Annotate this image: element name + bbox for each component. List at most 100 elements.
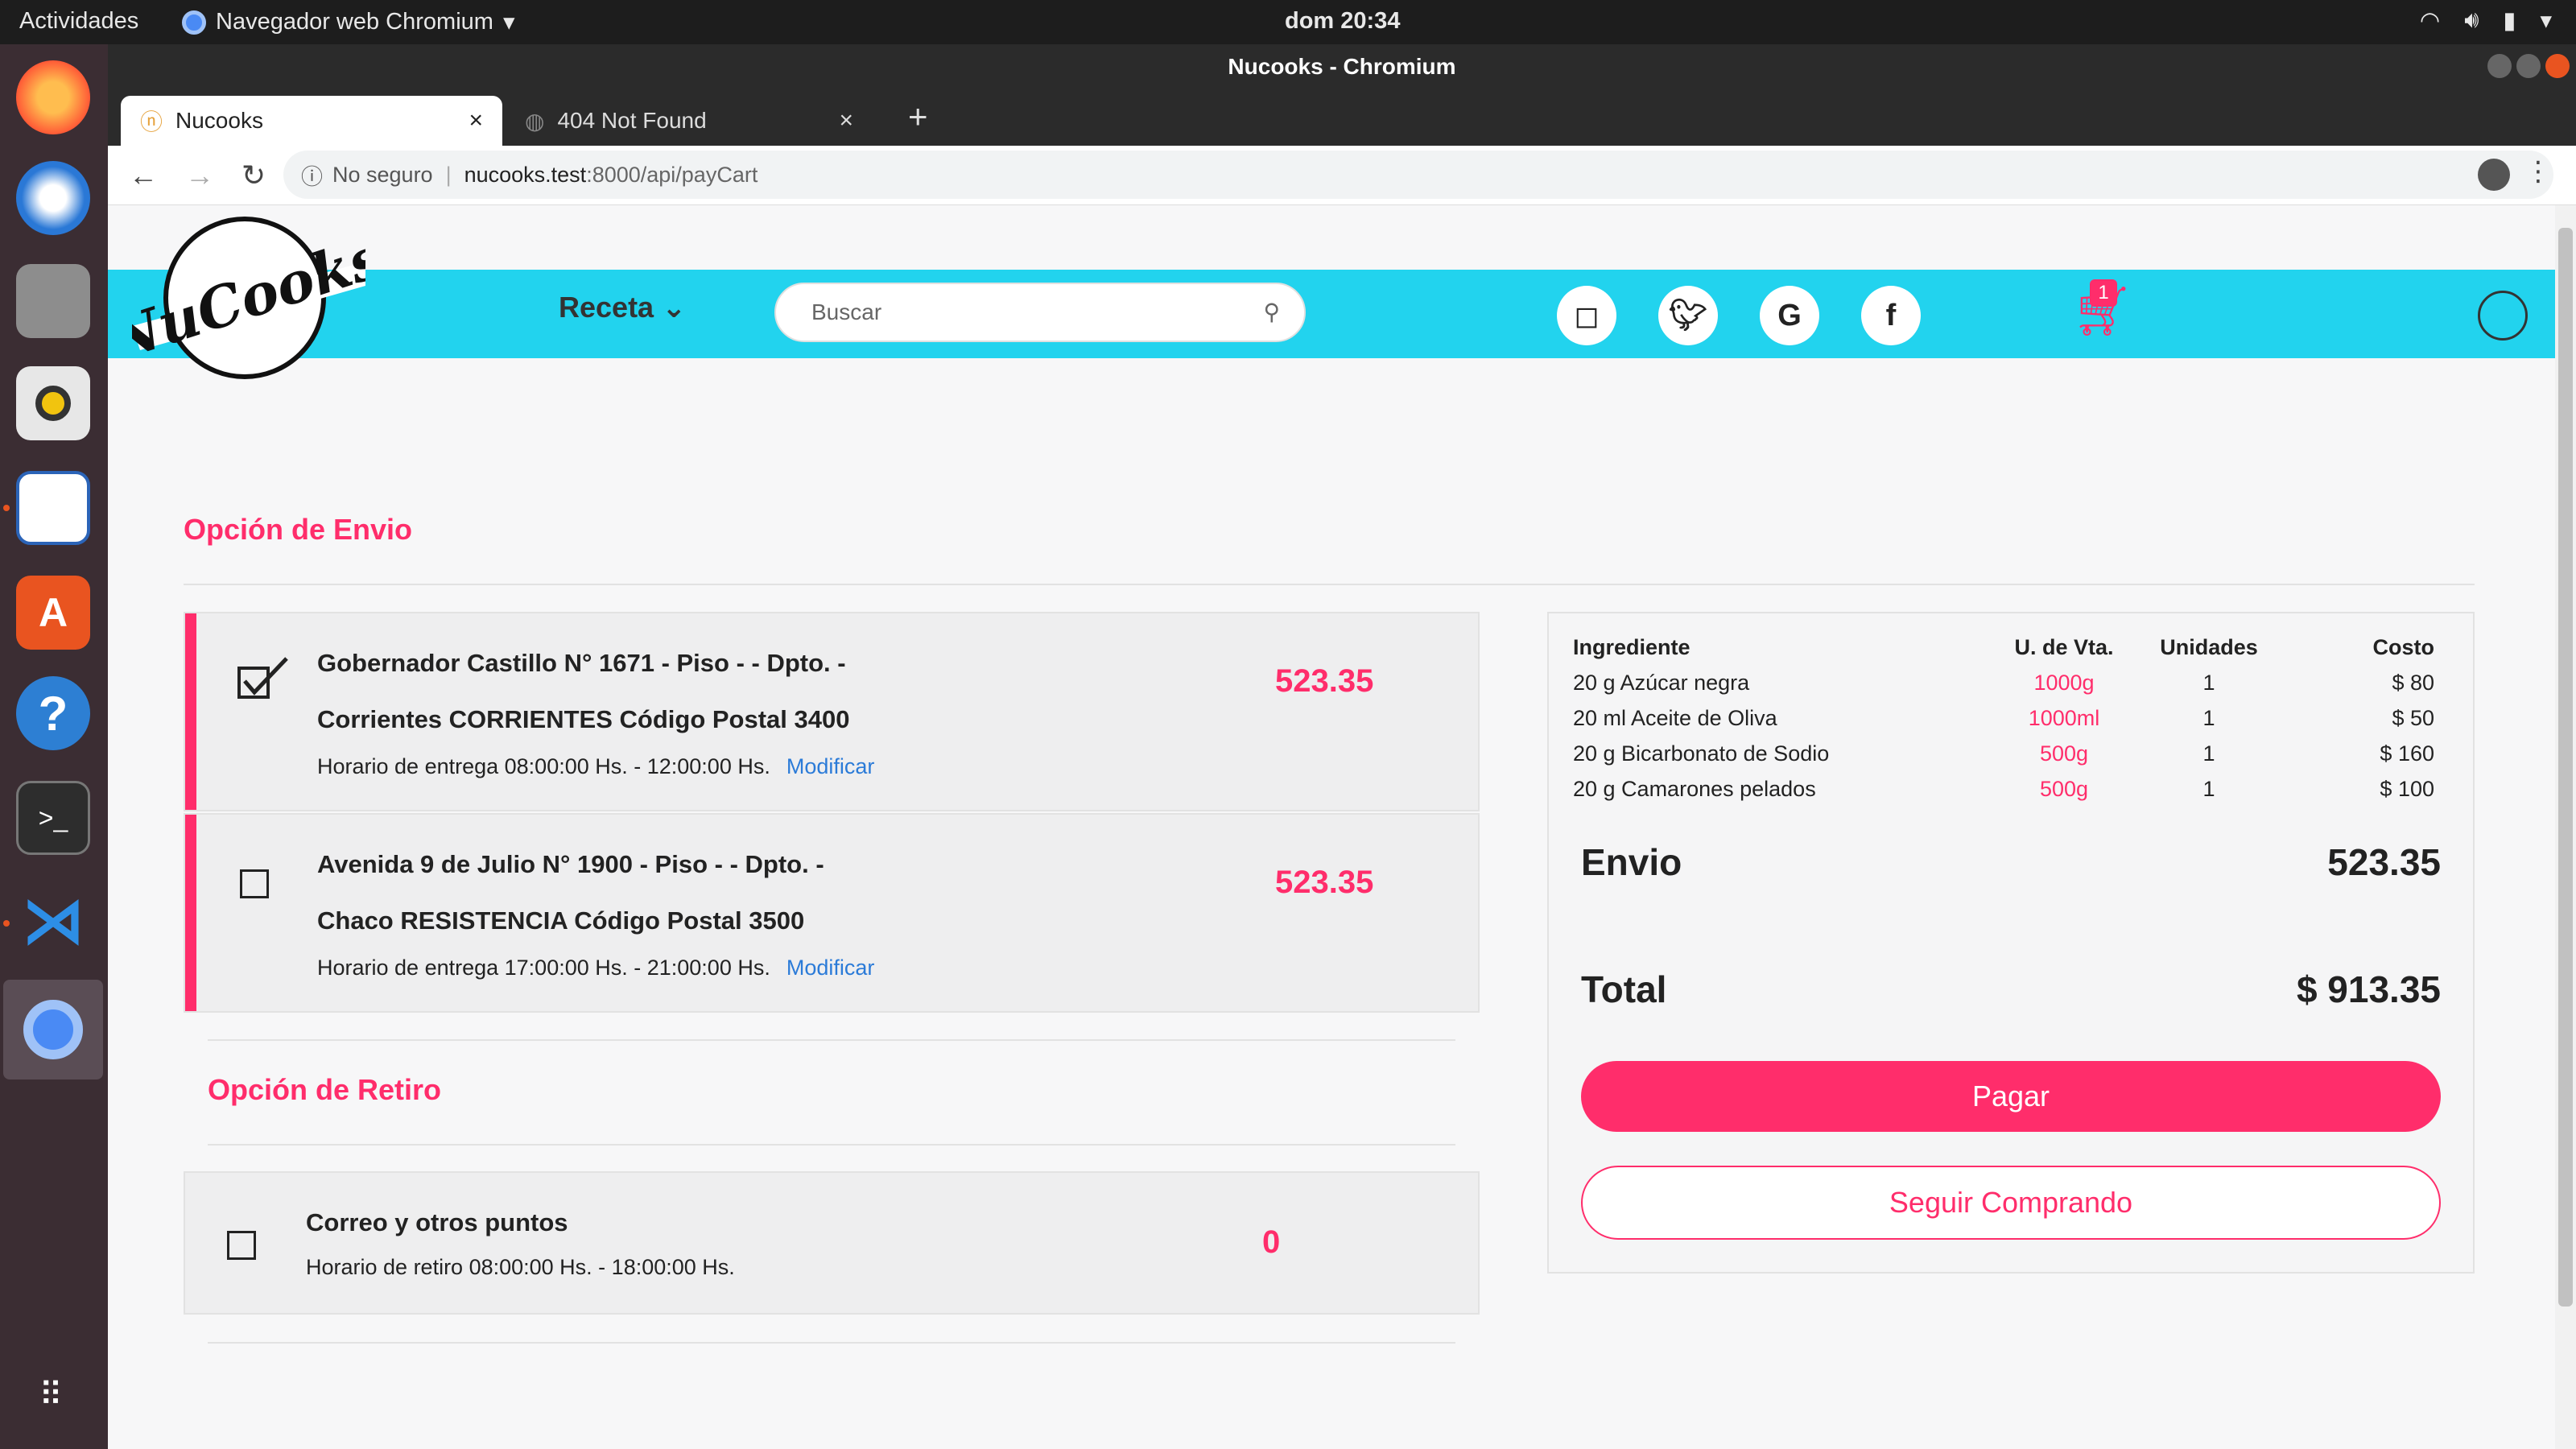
clock[interactable]: dom 20:34 xyxy=(1285,8,1400,35)
files-icon[interactable] xyxy=(16,264,90,338)
chevron-down-icon: ⌄ xyxy=(662,291,687,324)
ingredient-cell: 20 g Camarones pelados xyxy=(1573,776,1816,801)
column-header: Unidades xyxy=(2160,634,2258,659)
unchecked-checkbox[interactable] xyxy=(227,1231,256,1260)
table-row: 20 g Bicarbonato de Sodio 500g 1 $ 160 xyxy=(1573,736,2434,771)
url-host: nucooks.test xyxy=(464,162,587,187)
cart-count-badge: 1 xyxy=(2090,279,2117,307)
volume-icon: 🔊︎ xyxy=(2464,7,2479,33)
search-placeholder: Buscar xyxy=(811,299,882,324)
browser-window: Nucooks - Chromium ⓝ Nucooks × ◍ 404 Not… xyxy=(108,44,2576,1449)
pickup-option[interactable]: Correo y otros puntos Horario de retiro … xyxy=(184,1171,1480,1315)
security-label: No seguro xyxy=(332,162,433,187)
total-value: $ 913.35 xyxy=(2296,968,2441,1010)
new-tab-button[interactable]: + xyxy=(908,97,928,136)
pay-button[interactable]: Pagar xyxy=(1581,1061,2441,1132)
chevron-down-icon: ▾ xyxy=(502,10,515,35)
tab-404[interactable]: ◍ 404 Not Found × xyxy=(506,96,873,146)
quantity-cell: 1 xyxy=(2202,741,2215,766)
column-header: Costo xyxy=(2372,634,2435,659)
nucooks-favicon-icon: ⓝ xyxy=(140,109,163,134)
keep-shopping-button[interactable]: Seguir Comprando xyxy=(1581,1166,2441,1240)
software-center-icon[interactable]: A xyxy=(16,576,90,650)
globe-icon: ◍ xyxy=(525,108,545,134)
search-icon[interactable]: ⚲ xyxy=(1263,284,1280,341)
scrollbar-thumb[interactable] xyxy=(2558,228,2573,1307)
unit-cell: 1000ml xyxy=(2028,705,2100,730)
instagram-icon[interactable]: ◻ xyxy=(1557,286,1616,345)
page-scrollbar[interactable] xyxy=(2555,205,2576,1449)
forward-icon[interactable]: → xyxy=(185,159,214,192)
unchecked-checkbox[interactable] xyxy=(240,869,269,898)
url-path: :8000/api/payCart xyxy=(586,162,758,187)
system-top-bar: Actividades Navegador web Chromium ▾ dom… xyxy=(0,0,2576,44)
window-title-bar: Nucooks - Chromium xyxy=(108,44,2576,89)
user-icon[interactable] xyxy=(2478,291,2528,341)
address-bar[interactable]: ⓘ No seguro | nucooks.test :8000/api/pay… xyxy=(283,151,2553,199)
system-tray[interactable]: ◠ 🔊︎ ▮ ▾ xyxy=(2420,6,2552,35)
reload-icon[interactable]: ↻ xyxy=(242,159,266,192)
table-row: 20 g Azúcar negra 1000g 1 $ 80 xyxy=(1573,665,2434,700)
libreoffice-writer-icon[interactable] xyxy=(16,471,90,545)
cost-cell: $ 50 xyxy=(2392,705,2434,730)
rhythmbox-icon[interactable] xyxy=(16,366,90,440)
show-apps-icon[interactable]: ⠿ xyxy=(16,1358,90,1432)
retiro-title: Opción de Retiro xyxy=(208,1073,442,1106)
terminal-icon[interactable]: >_ xyxy=(16,781,90,855)
app-menu[interactable]: Navegador web Chromium ▾ xyxy=(182,8,515,36)
toolbar: ← → ↻ ⓘ No seguro | nucooks.test :8000/a… xyxy=(108,146,2576,205)
info-icon: ⓘ xyxy=(301,164,323,189)
address-line-1: Avenida 9 de Julio N° 1900 - Piso - - Dp… xyxy=(317,850,824,878)
ingredient-cell: 20 g Bicarbonato de Sodio xyxy=(1573,741,1830,766)
page-content: Receta ⌄ Buscar ⚲ ◻ 🐦︎ G f 🛒︎ 1 NuCooks … xyxy=(108,205,2555,1449)
minimize-button[interactable] xyxy=(2487,54,2512,78)
column-header: Ingrediente xyxy=(1573,634,1690,659)
delivery-schedule: Horario de entrega 08:00:00 Hs. - 12:00:… xyxy=(317,754,875,778)
tab-nucooks[interactable]: ⓝ Nucooks × xyxy=(121,96,502,146)
table-header-row: Ingrediente U. de Vta. Unidades Costo xyxy=(1573,630,2434,665)
shipping-price: 523.35 xyxy=(1275,663,1374,699)
receta-menu[interactable]: Receta ⌄ xyxy=(559,291,686,324)
cost-cell: $ 80 xyxy=(2392,670,2434,695)
modify-link[interactable]: Modificar xyxy=(786,956,875,980)
facebook-icon[interactable]: f xyxy=(1861,286,1921,345)
unit-cell: 1000g xyxy=(2033,670,2095,695)
wifi-icon: ◠ xyxy=(2419,8,2441,34)
app-menu-label: Navegador web Chromium xyxy=(216,9,493,35)
chevron-down-icon: ▾ xyxy=(2540,8,2552,34)
site-header: Receta ⌄ Buscar ⚲ ◻ 🐦︎ G f 🛒︎ 1 xyxy=(108,270,2555,358)
firefox-icon[interactable] xyxy=(16,60,90,134)
more-menu-icon[interactable]: ⋮ xyxy=(2524,155,2552,188)
running-indicator xyxy=(3,505,10,511)
activities-button[interactable]: Actividades xyxy=(19,8,138,35)
total-label: Total xyxy=(1581,968,1667,1010)
thunderbird-icon[interactable] xyxy=(16,161,90,235)
google-icon[interactable]: G xyxy=(1760,286,1819,345)
twitter-icon[interactable]: 🐦︎ xyxy=(1658,286,1718,345)
address-line-1: Gobernador Castillo N° 1671 - Piso - - D… xyxy=(317,649,846,677)
maximize-button[interactable] xyxy=(2516,54,2541,78)
window-controls xyxy=(2487,54,2570,78)
shipping-price: 523.35 xyxy=(1275,865,1374,900)
ingredient-cell: 20 g Azúcar negra xyxy=(1573,670,1750,695)
search-input[interactable]: Buscar ⚲ xyxy=(774,283,1306,342)
pickup-schedule: Horario de retiro 08:00:00 Hs. - 18:00:0… xyxy=(306,1255,735,1279)
shipping-option-1[interactable]: Gobernador Castillo N° 1671 - Piso - - D… xyxy=(184,612,1480,811)
back-icon[interactable]: ← xyxy=(129,159,158,192)
shipping-option-2[interactable]: Avenida 9 de Julio N° 1900 - Piso - - Dp… xyxy=(184,813,1480,1013)
nucooks-logo[interactable]: NuCooks xyxy=(132,213,365,382)
modify-link[interactable]: Modificar xyxy=(786,754,875,778)
close-tab-icon[interactable]: × xyxy=(469,107,483,134)
help-icon[interactable]: ? xyxy=(16,676,90,750)
delivery-schedule: Horario de entrega 17:00:00 Hs. - 21:00:… xyxy=(317,956,875,980)
close-tab-icon[interactable]: × xyxy=(839,107,853,134)
chromium-icon[interactable] xyxy=(3,980,103,1080)
close-window-button[interactable] xyxy=(2545,54,2570,78)
vscode-icon[interactable]: ⋊ xyxy=(16,883,90,957)
checked-checkbox-icon[interactable] xyxy=(237,655,293,700)
table-row: 20 g Camarones pelados 500g 1 $ 100 xyxy=(1573,771,2434,807)
profile-avatar[interactable] xyxy=(2478,159,2510,191)
selected-bar xyxy=(185,613,196,810)
pickup-price: 0 xyxy=(1262,1224,1281,1260)
ingredients-table: Ingrediente U. de Vta. Unidades Costo 20… xyxy=(1573,630,2434,807)
